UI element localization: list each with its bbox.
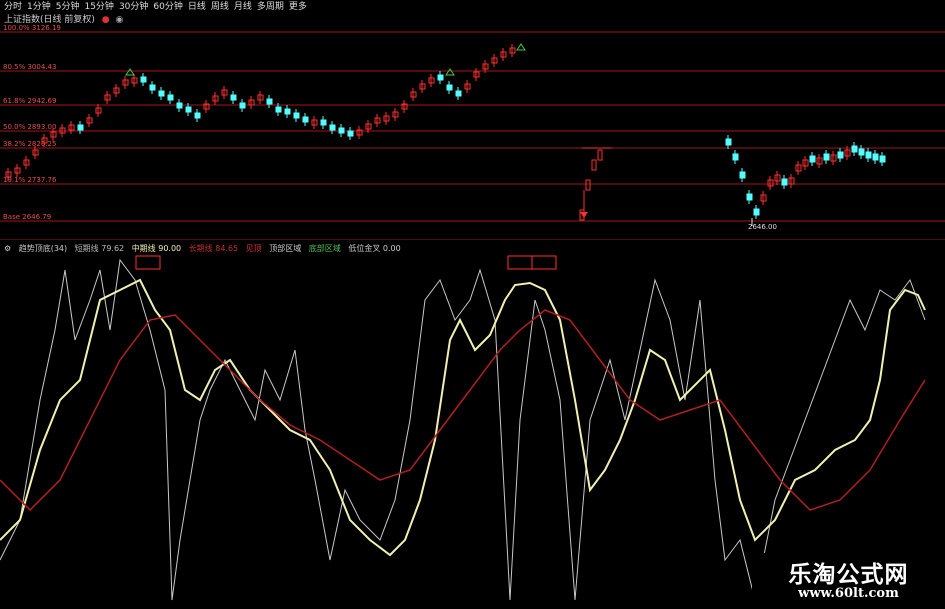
watermark-url: www.60lt.com (798, 586, 899, 601)
mid-term-line (0, 278, 926, 557)
indicator-panel[interactable] (0, 0, 945, 609)
top-signal-box (507, 255, 533, 270)
long-term-line (0, 309, 926, 512)
indicator-lines (0, 258, 926, 601)
top-signal-box (531, 255, 557, 270)
indicator-marks (135, 255, 557, 270)
chart-window: 分时 1分钟 5分钟 15分钟 30分钟 60分钟 日线 周线 月线 多周期 更… (0, 0, 945, 609)
watermark: 乐淘公式网 www.60lt.com (752, 553, 945, 609)
short-term-line (0, 258, 926, 601)
watermark-title: 乐淘公式网 (788, 561, 909, 588)
top-signal-box (135, 255, 161, 270)
